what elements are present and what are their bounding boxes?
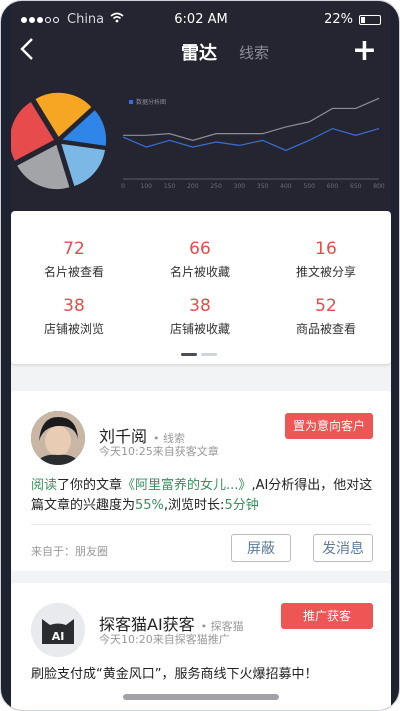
stat-value: 66	[189, 239, 211, 259]
phone-frame: China 6:02 AM 22% 雷达 线索 + 0 100 150 200 250 3…	[0, 0, 400, 711]
cat-logo-icon: AI	[31, 603, 85, 657]
stat-card-saves[interactable]: 66 名片被收藏	[137, 239, 263, 280]
send-message-button[interactable]: 发消息	[313, 534, 373, 562]
x-tick-label: 650	[350, 183, 362, 190]
x-tick-label: 500	[303, 183, 315, 190]
stat-shop-saves[interactable]: 38 店铺被收藏	[137, 296, 263, 337]
block-button[interactable]: 屏蔽	[231, 534, 291, 562]
stat-card-views[interactable]: 72 名片被查看	[11, 239, 137, 280]
lead-message: 阅读了你的文章《阿里富养的女儿...》,AI分析得出，他对这篇文章的兴趣度为55…	[31, 478, 373, 513]
x-tick-label: 250	[210, 183, 222, 190]
x-tick-label: 400	[280, 183, 292, 190]
x-tick-label: 800	[373, 183, 385, 190]
page-indicator	[181, 353, 217, 356]
logo-text: AI	[52, 630, 65, 643]
mark-intent-button[interactable]: 置为意向客户	[284, 413, 373, 439]
lead-message: 刷脸支付成“黄金风口”，服务商线下火爆招募中！	[31, 667, 318, 682]
lead-card[interactable]: AI 探客猫AI获客 • 探客猫 今天10:20来自探客猫推广 推广获客 刷脸支付…	[11, 583, 391, 710]
lead-card[interactable]: 刘千阅 • 线索 今天10:25来自获客文章 置为意向客户 阅读了你的文章《阿里富…	[11, 391, 391, 571]
lead-source: 来自于：朋友圈	[31, 545, 108, 558]
x-tick-label: 0	[121, 183, 125, 190]
tab-radar[interactable]: 雷达	[181, 39, 217, 65]
radar-chart: 0 100 150 200 250 300 350 400 500 600 650 800 数据分析图	[11, 91, 385, 191]
lead-time: 今天10:25来自获客文章	[99, 445, 219, 458]
x-tick-label: 150	[164, 183, 176, 190]
lead-time: 今天10:20来自探客猫推广	[99, 633, 230, 646]
stat-value: 38	[63, 296, 85, 316]
x-tick-label: 200	[187, 183, 199, 190]
back-icon[interactable]	[19, 37, 35, 66]
stat-value: 72	[63, 239, 85, 259]
stat-value: 16	[315, 239, 337, 259]
divider	[31, 524, 371, 525]
stats-card: 72 名片被查看 66 名片被收藏 16 推文被分享 38 店铺被浏览 38 店…	[11, 211, 391, 364]
stat-article-shares[interactable]: 16 推文被分享	[263, 239, 389, 280]
home-indicator[interactable]	[123, 694, 279, 700]
stat-value: 38	[189, 296, 211, 316]
battery-percent: 22%	[324, 12, 353, 27]
nav-bar: 雷达 线索 +	[11, 33, 391, 68]
stat-value: 52	[315, 296, 337, 316]
legend-swatch	[129, 100, 133, 104]
promote-button[interactable]: 推广获客	[281, 603, 373, 629]
x-tick-label: 350	[257, 183, 269, 190]
stat-label: 推文被分享	[295, 265, 356, 279]
stat-shop-browses[interactable]: 38 店铺被浏览	[11, 296, 137, 337]
stat-label: 名片被查看	[43, 265, 104, 279]
x-tick-label: 300	[234, 183, 246, 190]
stat-label: 商品被查看	[295, 322, 356, 336]
app-screen: China 6:02 AM 22% 雷达 线索 + 0 100 150 200 250 3…	[11, 1, 391, 710]
avatar: AI	[31, 603, 85, 657]
series-line-0	[122, 127, 380, 152]
status-bar: China 6:02 AM 22%	[11, 9, 391, 31]
add-icon[interactable]: +	[352, 33, 377, 68]
x-tick-label: 600	[327, 183, 339, 190]
stat-label: 店铺被收藏	[169, 322, 230, 336]
stat-product-views[interactable]: 52 商品被查看	[263, 296, 389, 337]
battery-icon	[359, 14, 381, 25]
tab-leads[interactable]: 线索	[239, 42, 269, 63]
legend-label: 数据分析图	[136, 98, 166, 106]
x-tick-label: 100	[141, 183, 153, 190]
stat-label: 名片被收藏	[169, 265, 230, 279]
article-link[interactable]: 《阿里富养的女儿...》	[122, 478, 251, 493]
stat-label: 店铺被浏览	[43, 322, 104, 336]
avatar	[31, 411, 85, 465]
